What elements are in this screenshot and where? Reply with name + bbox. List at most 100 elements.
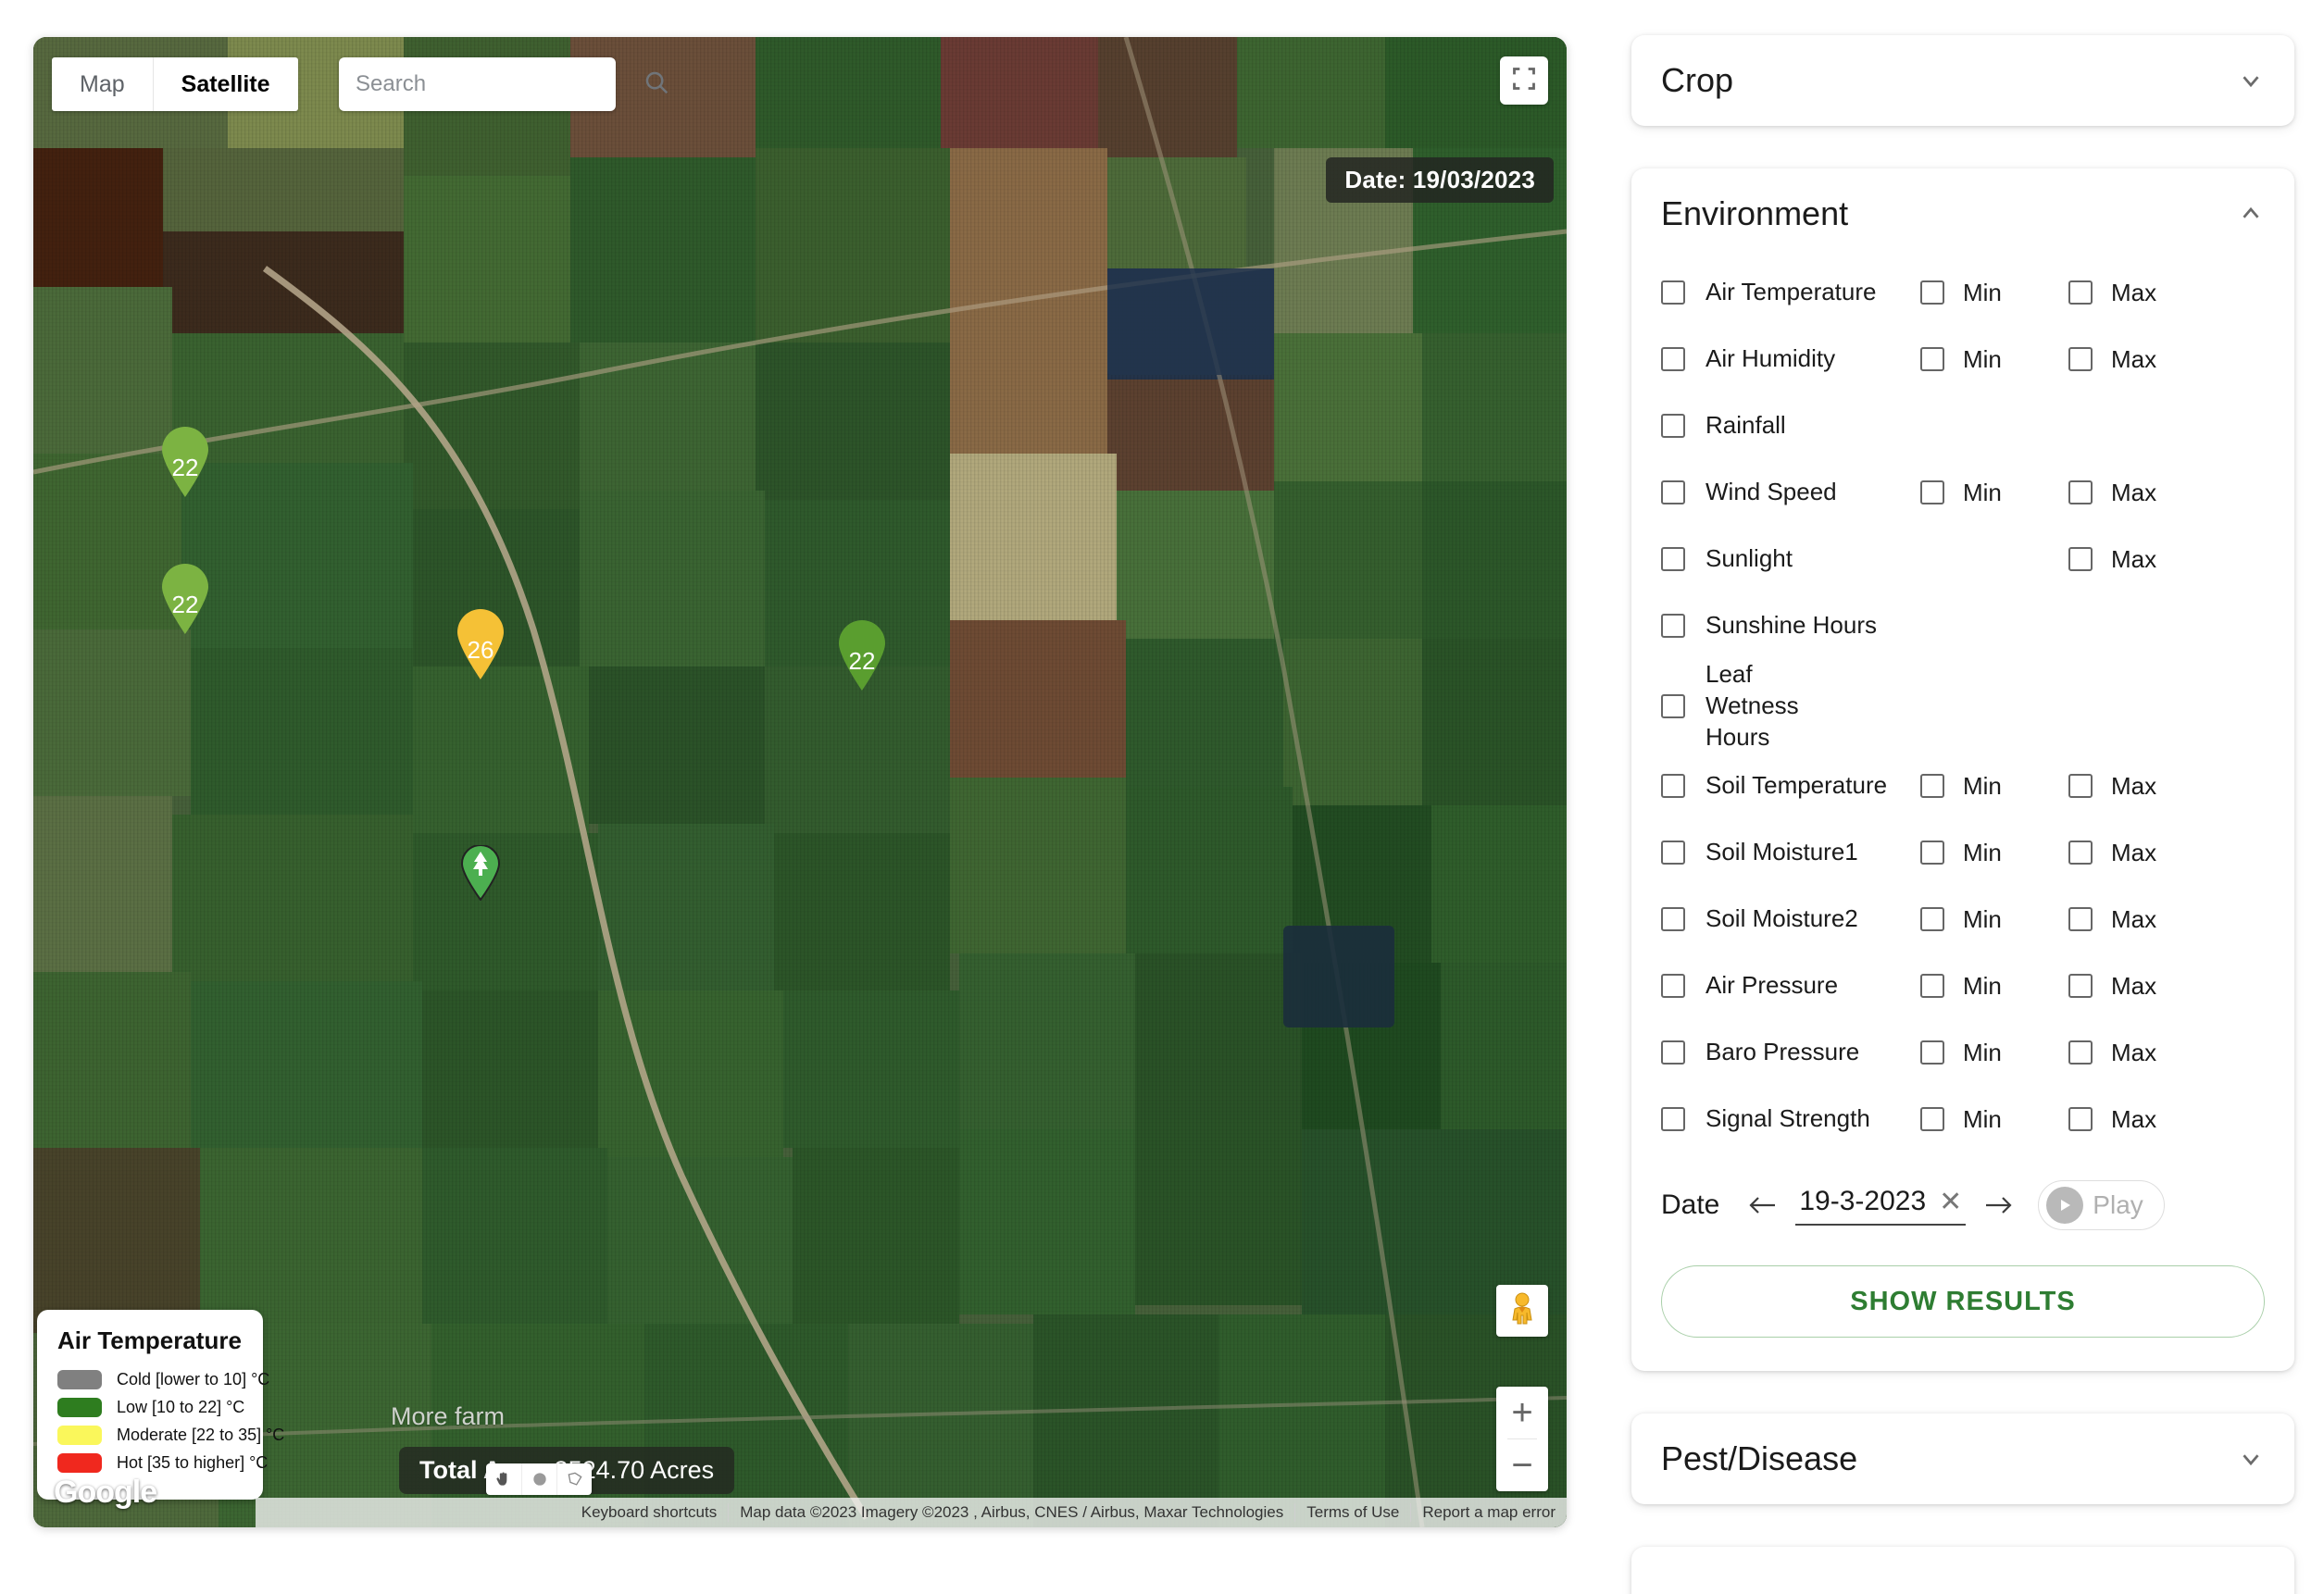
circle-draw-icon[interactable] xyxy=(521,1463,556,1495)
param-min[interactable]: Min xyxy=(1920,905,2068,934)
param-name[interactable]: Soil Moisture1 xyxy=(1661,837,1920,868)
checkbox-baro-pressure[interactable] xyxy=(1661,1040,1685,1065)
pest-disease-card-header[interactable]: Pest/Disease xyxy=(1631,1413,2294,1504)
checkbox-soil-temperature[interactable] xyxy=(1661,774,1685,799)
arrow-right-icon[interactable] xyxy=(1979,1192,2018,1218)
pan-hand-icon[interactable] xyxy=(486,1463,521,1495)
param-name[interactable]: Baro Pressure xyxy=(1661,1037,1920,1068)
play-button[interactable]: Play xyxy=(2038,1180,2165,1231)
pest-disease-card[interactable]: Pest/Disease xyxy=(1631,1413,2294,1505)
map-type-switcher[interactable]: Map Satellite xyxy=(52,57,298,111)
checkbox-air-pressure-max[interactable] xyxy=(2068,974,2093,999)
param-name[interactable]: Sunlight xyxy=(1661,543,1920,575)
keyboard-shortcuts-link[interactable]: Keyboard shortcuts xyxy=(570,1503,728,1522)
checkbox-sunshine-hours[interactable] xyxy=(1661,613,1685,638)
map-container[interactable]: Map Satellite Date: 19/03/2023 22 xyxy=(33,37,1567,1527)
param-min[interactable]: Min xyxy=(1920,1105,2068,1134)
checkbox-leaf-wetness-hours[interactable] xyxy=(1661,693,1685,718)
checkbox-soil-moisture2-min[interactable] xyxy=(1920,907,1944,932)
param-name[interactable]: Rainfall xyxy=(1661,410,1920,442)
sensor-marker[interactable]: 22 xyxy=(158,563,212,640)
checkbox-soil-moisture2[interactable] xyxy=(1661,907,1685,932)
param-max[interactable]: Max xyxy=(2068,279,2156,307)
param-name[interactable]: Signal Strength xyxy=(1661,1103,1920,1135)
checkbox-wind-speed-max[interactable] xyxy=(2068,480,2093,504)
report-map-error-link[interactable]: Report a map error xyxy=(1410,1503,1567,1522)
checkbox-sunlight[interactable] xyxy=(1661,546,1685,571)
sensor-marker[interactable]: 26 xyxy=(454,608,507,685)
param-max[interactable]: Max xyxy=(2068,905,2156,934)
param-min[interactable]: Min xyxy=(1920,345,2068,374)
param-max[interactable]: Max xyxy=(2068,345,2156,374)
param-name[interactable]: Air Pressure xyxy=(1661,970,1920,1002)
checkbox-air-temperature-min[interactable] xyxy=(1920,280,1944,305)
street-view-pegman-button[interactable] xyxy=(1496,1285,1548,1337)
param-name[interactable]: Soil Moisture2 xyxy=(1661,903,1920,935)
checkbox-air-pressure-min[interactable] xyxy=(1920,974,1944,999)
param-name[interactable]: Air Humidity xyxy=(1661,343,1920,375)
checkbox-soil-temperature-min[interactable] xyxy=(1920,774,1944,799)
sensor-marker[interactable]: 22 xyxy=(158,426,212,503)
satellite-imagery[interactable] xyxy=(33,37,1567,1527)
terms-of-use-link[interactable]: Terms of Use xyxy=(1294,1503,1410,1522)
checkbox-soil-moisture2-max[interactable] xyxy=(2068,907,2093,932)
checkbox-signal-strength-min[interactable] xyxy=(1920,1107,1944,1132)
clear-date-icon[interactable]: ✕ xyxy=(1939,1186,1962,1218)
param-name[interactable]: Wind Speed xyxy=(1661,477,1920,508)
param-max[interactable]: Max xyxy=(2068,839,2156,867)
param-name[interactable]: Soil Temperature xyxy=(1661,770,1920,802)
checkbox-soil-moisture1-max[interactable] xyxy=(2068,841,2093,865)
checkbox-soil-moisture1[interactable] xyxy=(1661,841,1685,865)
param-max[interactable]: Max xyxy=(2068,772,2156,801)
checkbox-soil-temperature-max[interactable] xyxy=(2068,774,2093,799)
checkbox-baro-pressure-min[interactable] xyxy=(1920,1040,1944,1065)
checkbox-air-humidity[interactable] xyxy=(1661,346,1685,371)
environment-card[interactable]: Environment Air Temperature Min Max Air … xyxy=(1631,168,2294,1372)
sensor-marker[interactable]: 22 xyxy=(835,619,889,696)
param-max[interactable]: Max xyxy=(2068,1105,2156,1134)
param-max[interactable]: Max xyxy=(2068,545,2156,574)
chevron-down-icon[interactable] xyxy=(2237,1445,2265,1473)
checkbox-air-humidity-min[interactable] xyxy=(1920,347,1944,371)
chevron-up-icon[interactable] xyxy=(2237,200,2265,228)
crop-card[interactable]: Crop xyxy=(1631,35,2294,126)
map-search-box[interactable] xyxy=(339,57,668,111)
checkbox-wind-speed-min[interactable] xyxy=(1920,480,1944,504)
checkbox-rainfall[interactable] xyxy=(1661,413,1685,438)
crop-card-header[interactable]: Crop xyxy=(1631,35,2294,126)
param-name[interactable]: Leaf Wetness Hours xyxy=(1661,659,1920,753)
param-max[interactable]: Max xyxy=(2068,972,2156,1001)
fullscreen-button[interactable] xyxy=(1500,56,1548,105)
checkbox-air-temperature-max[interactable] xyxy=(2068,280,2093,305)
param-min[interactable]: Min xyxy=(1920,1039,2068,1067)
checkbox-baro-pressure-max[interactable] xyxy=(2068,1040,2093,1065)
param-min[interactable]: Min xyxy=(1920,279,2068,307)
param-max[interactable]: Max xyxy=(2068,479,2156,507)
chevron-down-icon[interactable] xyxy=(2237,67,2265,94)
param-max[interactable]: Max xyxy=(2068,1039,2156,1067)
checkbox-signal-strength-max[interactable] xyxy=(2068,1107,2093,1132)
checkbox-air-temperature[interactable] xyxy=(1661,280,1685,305)
param-min[interactable]: Min xyxy=(1920,839,2068,867)
param-min[interactable]: Min xyxy=(1920,772,2068,801)
param-name[interactable]: Sunshine Hours xyxy=(1661,610,1920,641)
param-min[interactable]: Min xyxy=(1920,479,2068,507)
checkbox-signal-strength[interactable] xyxy=(1661,1107,1685,1132)
zoom-out-button[interactable]: − xyxy=(1496,1439,1548,1491)
checkbox-sunlight-max[interactable] xyxy=(2068,547,2093,571)
farm-marker[interactable] xyxy=(459,844,502,905)
param-min[interactable]: Min xyxy=(1920,972,2068,1001)
show-results-button[interactable]: SHOW RESULTS xyxy=(1661,1265,2265,1339)
search-input[interactable] xyxy=(356,71,643,97)
date-input-field[interactable]: 19-3-2023 ✕ xyxy=(1795,1186,1967,1226)
next-card-partial[interactable] xyxy=(1631,1547,2294,1594)
map-zoom-controls[interactable]: + − xyxy=(1496,1387,1548,1491)
map-type-satellite[interactable]: Satellite xyxy=(152,57,298,111)
checkbox-soil-moisture1-min[interactable] xyxy=(1920,841,1944,865)
checkbox-wind-speed[interactable] xyxy=(1661,479,1685,504)
map-draw-tools[interactable] xyxy=(486,1463,592,1495)
arrow-left-icon[interactable] xyxy=(1743,1192,1782,1218)
checkbox-air-humidity-max[interactable] xyxy=(2068,347,2093,371)
environment-card-header[interactable]: Environment xyxy=(1631,168,2294,259)
polygon-draw-icon[interactable] xyxy=(556,1463,592,1495)
